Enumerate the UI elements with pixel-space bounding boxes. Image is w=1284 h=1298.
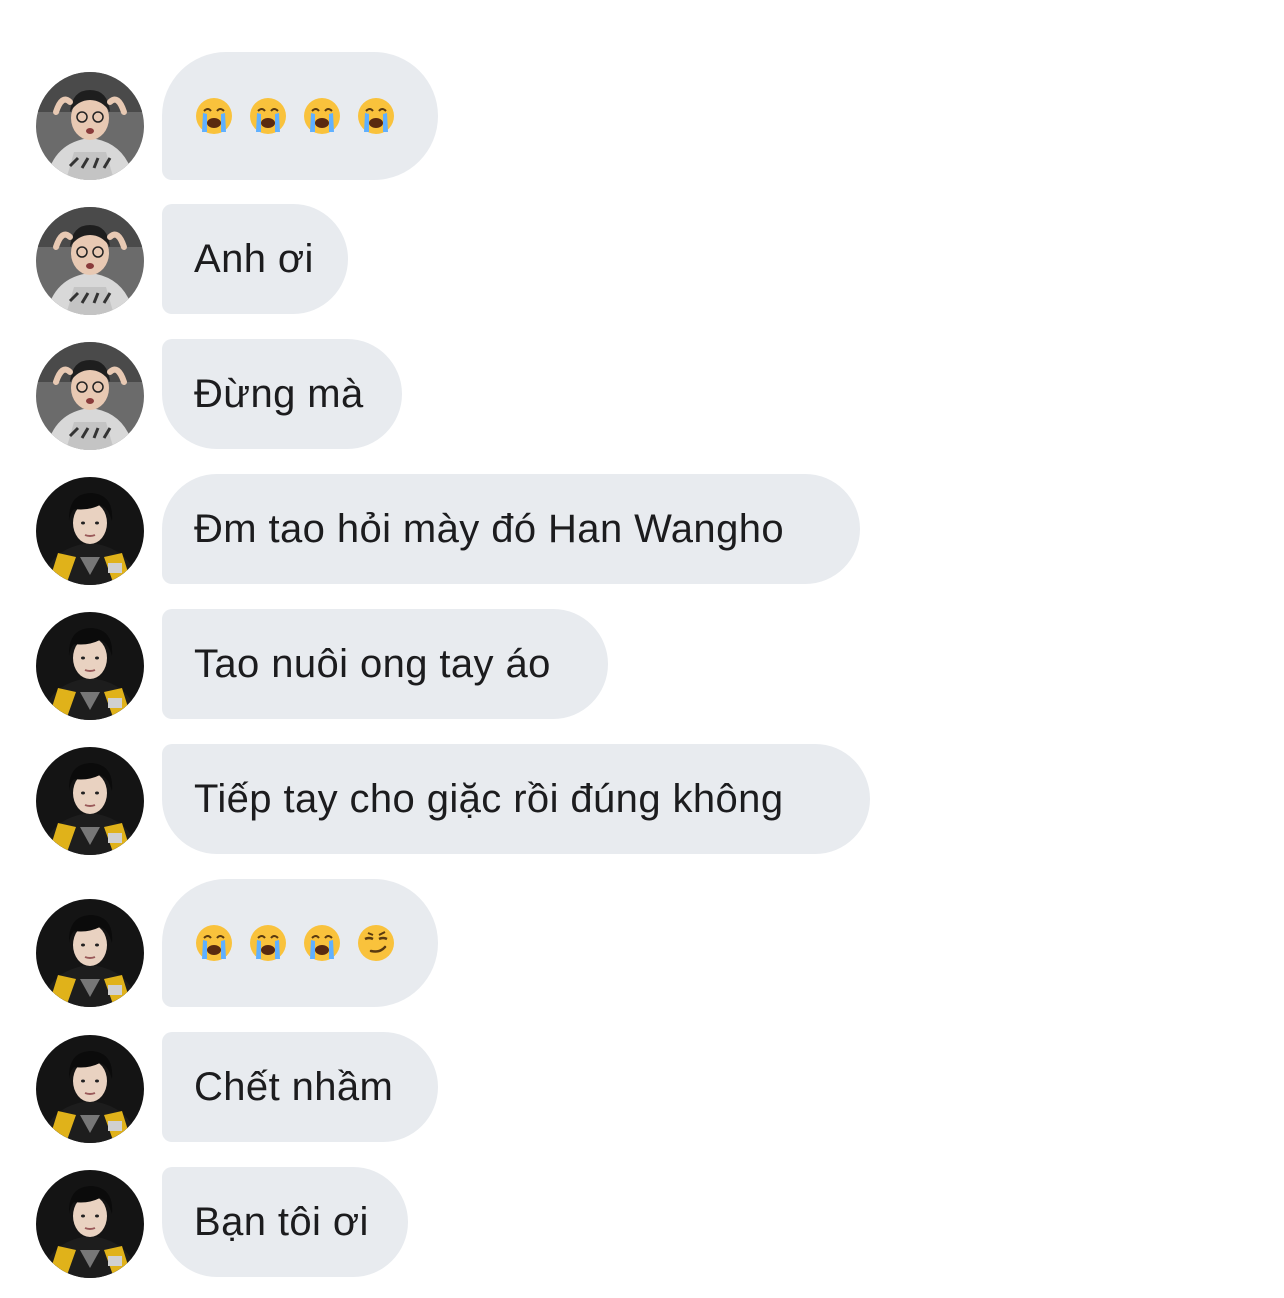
avatar-photo-gray bbox=[36, 207, 144, 315]
crying-face-icon bbox=[196, 98, 232, 134]
message-thread: Anh ơi Đừng mà Đm tao hỏi mày đó Han Wan… bbox=[0, 0, 1284, 1298]
avatar-person-b[interactable] bbox=[36, 747, 144, 855]
avatar-photo-gray bbox=[36, 342, 144, 450]
avatar-person-a[interactable] bbox=[36, 72, 144, 180]
avatar-person-b[interactable] bbox=[36, 1170, 144, 1278]
avatar-photo-dark bbox=[36, 1170, 144, 1278]
avatar-person-a[interactable] bbox=[36, 342, 144, 450]
message-bubble[interactable]: Anh ơi bbox=[162, 204, 348, 314]
message-bubble[interactable]: Bạn tôi ơi bbox=[162, 1167, 408, 1277]
crying-face-icon bbox=[304, 98, 340, 134]
avatar-person-b[interactable] bbox=[36, 899, 144, 1007]
message-row: Chết nhầm bbox=[0, 1032, 1284, 1162]
message-bubble[interactable]: Chết nhầm bbox=[162, 1032, 438, 1142]
message-text: Tao nuôi ong tay áo bbox=[194, 641, 551, 686]
crying-face-icon bbox=[304, 925, 340, 961]
avatar-person-a[interactable] bbox=[36, 207, 144, 315]
emoji-row bbox=[194, 923, 396, 963]
message-text: Chết nhầm bbox=[194, 1064, 394, 1109]
avatar-person-b[interactable] bbox=[36, 477, 144, 585]
avatar-photo-dark bbox=[36, 747, 144, 855]
emoji-row bbox=[194, 96, 396, 136]
message-bubble[interactable] bbox=[162, 52, 438, 180]
message-bubble[interactable]: Tiếp tay cho giặc rồi đúng không bbox=[162, 744, 870, 854]
message-row: Đm tao hỏi mày đó Han Wangho bbox=[0, 474, 1284, 604]
message-row: Tao nuôi ong tay áo bbox=[0, 609, 1284, 739]
message-row: Bạn tôi ơi bbox=[0, 1167, 1284, 1297]
avatar-photo-gray bbox=[36, 72, 144, 180]
crying-face-icon bbox=[250, 925, 286, 961]
message-text: Bạn tôi ơi bbox=[194, 1199, 369, 1244]
message-bubble[interactable]: Tao nuôi ong tay áo bbox=[162, 609, 608, 719]
message-text: Tiếp tay cho giặc rồi đúng không bbox=[194, 776, 784, 821]
avatar-person-b[interactable] bbox=[36, 1035, 144, 1143]
message-bubble[interactable]: Đừng mà bbox=[162, 339, 402, 449]
avatar-photo-dark bbox=[36, 612, 144, 720]
message-text: Đừng mà bbox=[194, 371, 364, 416]
message-row bbox=[0, 879, 1284, 1009]
avatar-photo-dark bbox=[36, 1035, 144, 1143]
message-row: Đừng mà bbox=[0, 339, 1284, 469]
avatar-person-b[interactable] bbox=[36, 612, 144, 720]
message-row bbox=[0, 52, 1284, 182]
message-row: Tiếp tay cho giặc rồi đúng không bbox=[0, 744, 1284, 874]
crying-face-icon bbox=[250, 98, 286, 134]
crying-face-icon bbox=[196, 925, 232, 961]
message-row: Anh ơi bbox=[0, 204, 1284, 334]
smirking-face-icon bbox=[358, 925, 394, 961]
message-text: Đm tao hỏi mày đó Han Wangho bbox=[194, 506, 785, 551]
message-bubble[interactable]: Đm tao hỏi mày đó Han Wangho bbox=[162, 474, 860, 584]
message-text: Anh ơi bbox=[194, 236, 314, 281]
avatar-photo-dark bbox=[36, 899, 144, 1007]
crying-face-icon bbox=[358, 98, 394, 134]
avatar-photo-dark bbox=[36, 477, 144, 585]
message-bubble[interactable] bbox=[162, 879, 438, 1007]
